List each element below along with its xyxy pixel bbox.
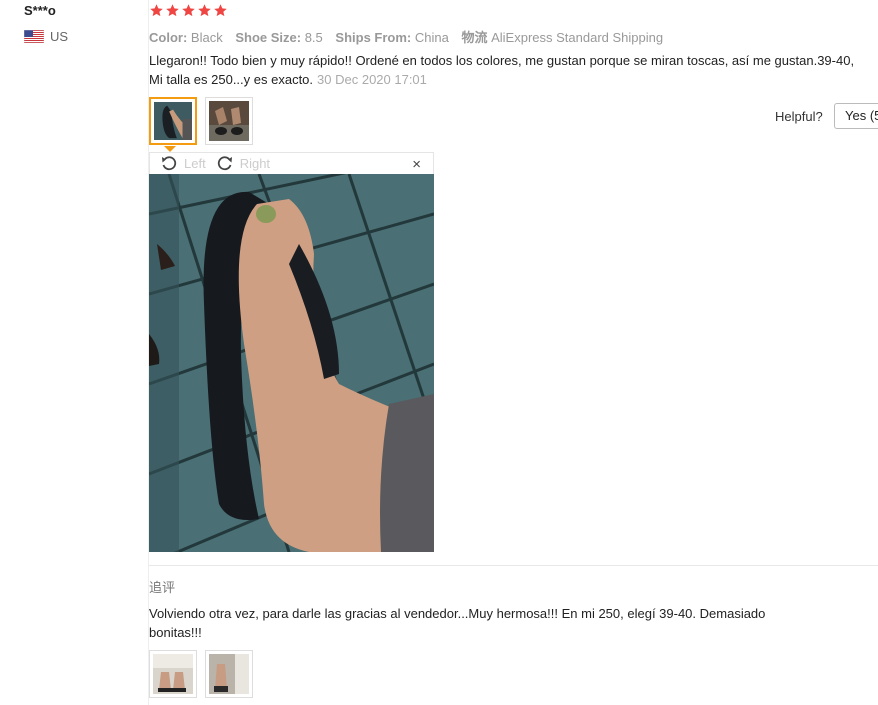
review-body: Llegaron!! Todo bien y muy rápido!! Orde… [149, 51, 869, 89]
rotate-right-label: Right [239, 156, 271, 171]
star-icon [166, 4, 179, 17]
followup-photo-1 [153, 654, 193, 694]
helpful-yes-button[interactable]: Yes (5 [834, 103, 878, 129]
rotate-left-label: Left [184, 156, 206, 171]
followup-photo-2 [209, 654, 249, 694]
star-icon [150, 4, 163, 17]
photo-viewer-toolbar: Left Right × [149, 152, 434, 174]
helpful-label: Helpful? [775, 109, 823, 124]
review-photo-2 [209, 101, 249, 141]
star-icon [214, 4, 227, 17]
followup-text: Volviendo otra vez, para darle las graci… [149, 606, 766, 640]
review-date: 30 Dec 2020 17:01 [317, 72, 427, 87]
review-text: Llegaron!! Todo bien y muy rápido!! Orde… [149, 53, 855, 87]
rotate-left-icon [162, 155, 177, 170]
photo-image [149, 174, 434, 552]
star-icon [198, 4, 211, 17]
order-attributes: Color: Black Shoe Size: 8.5 Ships From: … [149, 27, 672, 46]
rotate-right-button[interactable]: Right [216, 155, 270, 173]
review-photo-thumb-2[interactable] [205, 97, 253, 145]
reviewer-name: S***o [24, 3, 56, 18]
country-label: US [50, 29, 69, 44]
followup-title: 追评 [149, 580, 176, 595]
followup-divider [149, 565, 878, 566]
followup-photo-thumb-1[interactable] [149, 650, 197, 698]
followup-photo-thumb-2[interactable] [205, 650, 253, 698]
close-viewer-icon[interactable]: × [412, 156, 421, 173]
attr-color: Color: Black [149, 30, 223, 45]
review-photo-1 [154, 102, 192, 140]
us-flag-icon [24, 30, 44, 43]
attr-shoe-size: Shoe Size: 8.5 [235, 30, 323, 45]
rotate-left-button[interactable]: Left [160, 155, 206, 173]
attr-logistics: 物流 AliExpress Standard Shipping [461, 30, 664, 45]
star-icon [182, 4, 195, 17]
attr-ships-from: Ships From: China [335, 30, 449, 45]
reviewer-country: US [24, 29, 68, 44]
review-photo-thumb-1[interactable] [149, 97, 197, 145]
rotate-right-icon [217, 155, 232, 170]
reviewer-column: S***o US [0, 0, 149, 705]
review-photo-large [149, 174, 434, 552]
star-rating [149, 3, 228, 18]
